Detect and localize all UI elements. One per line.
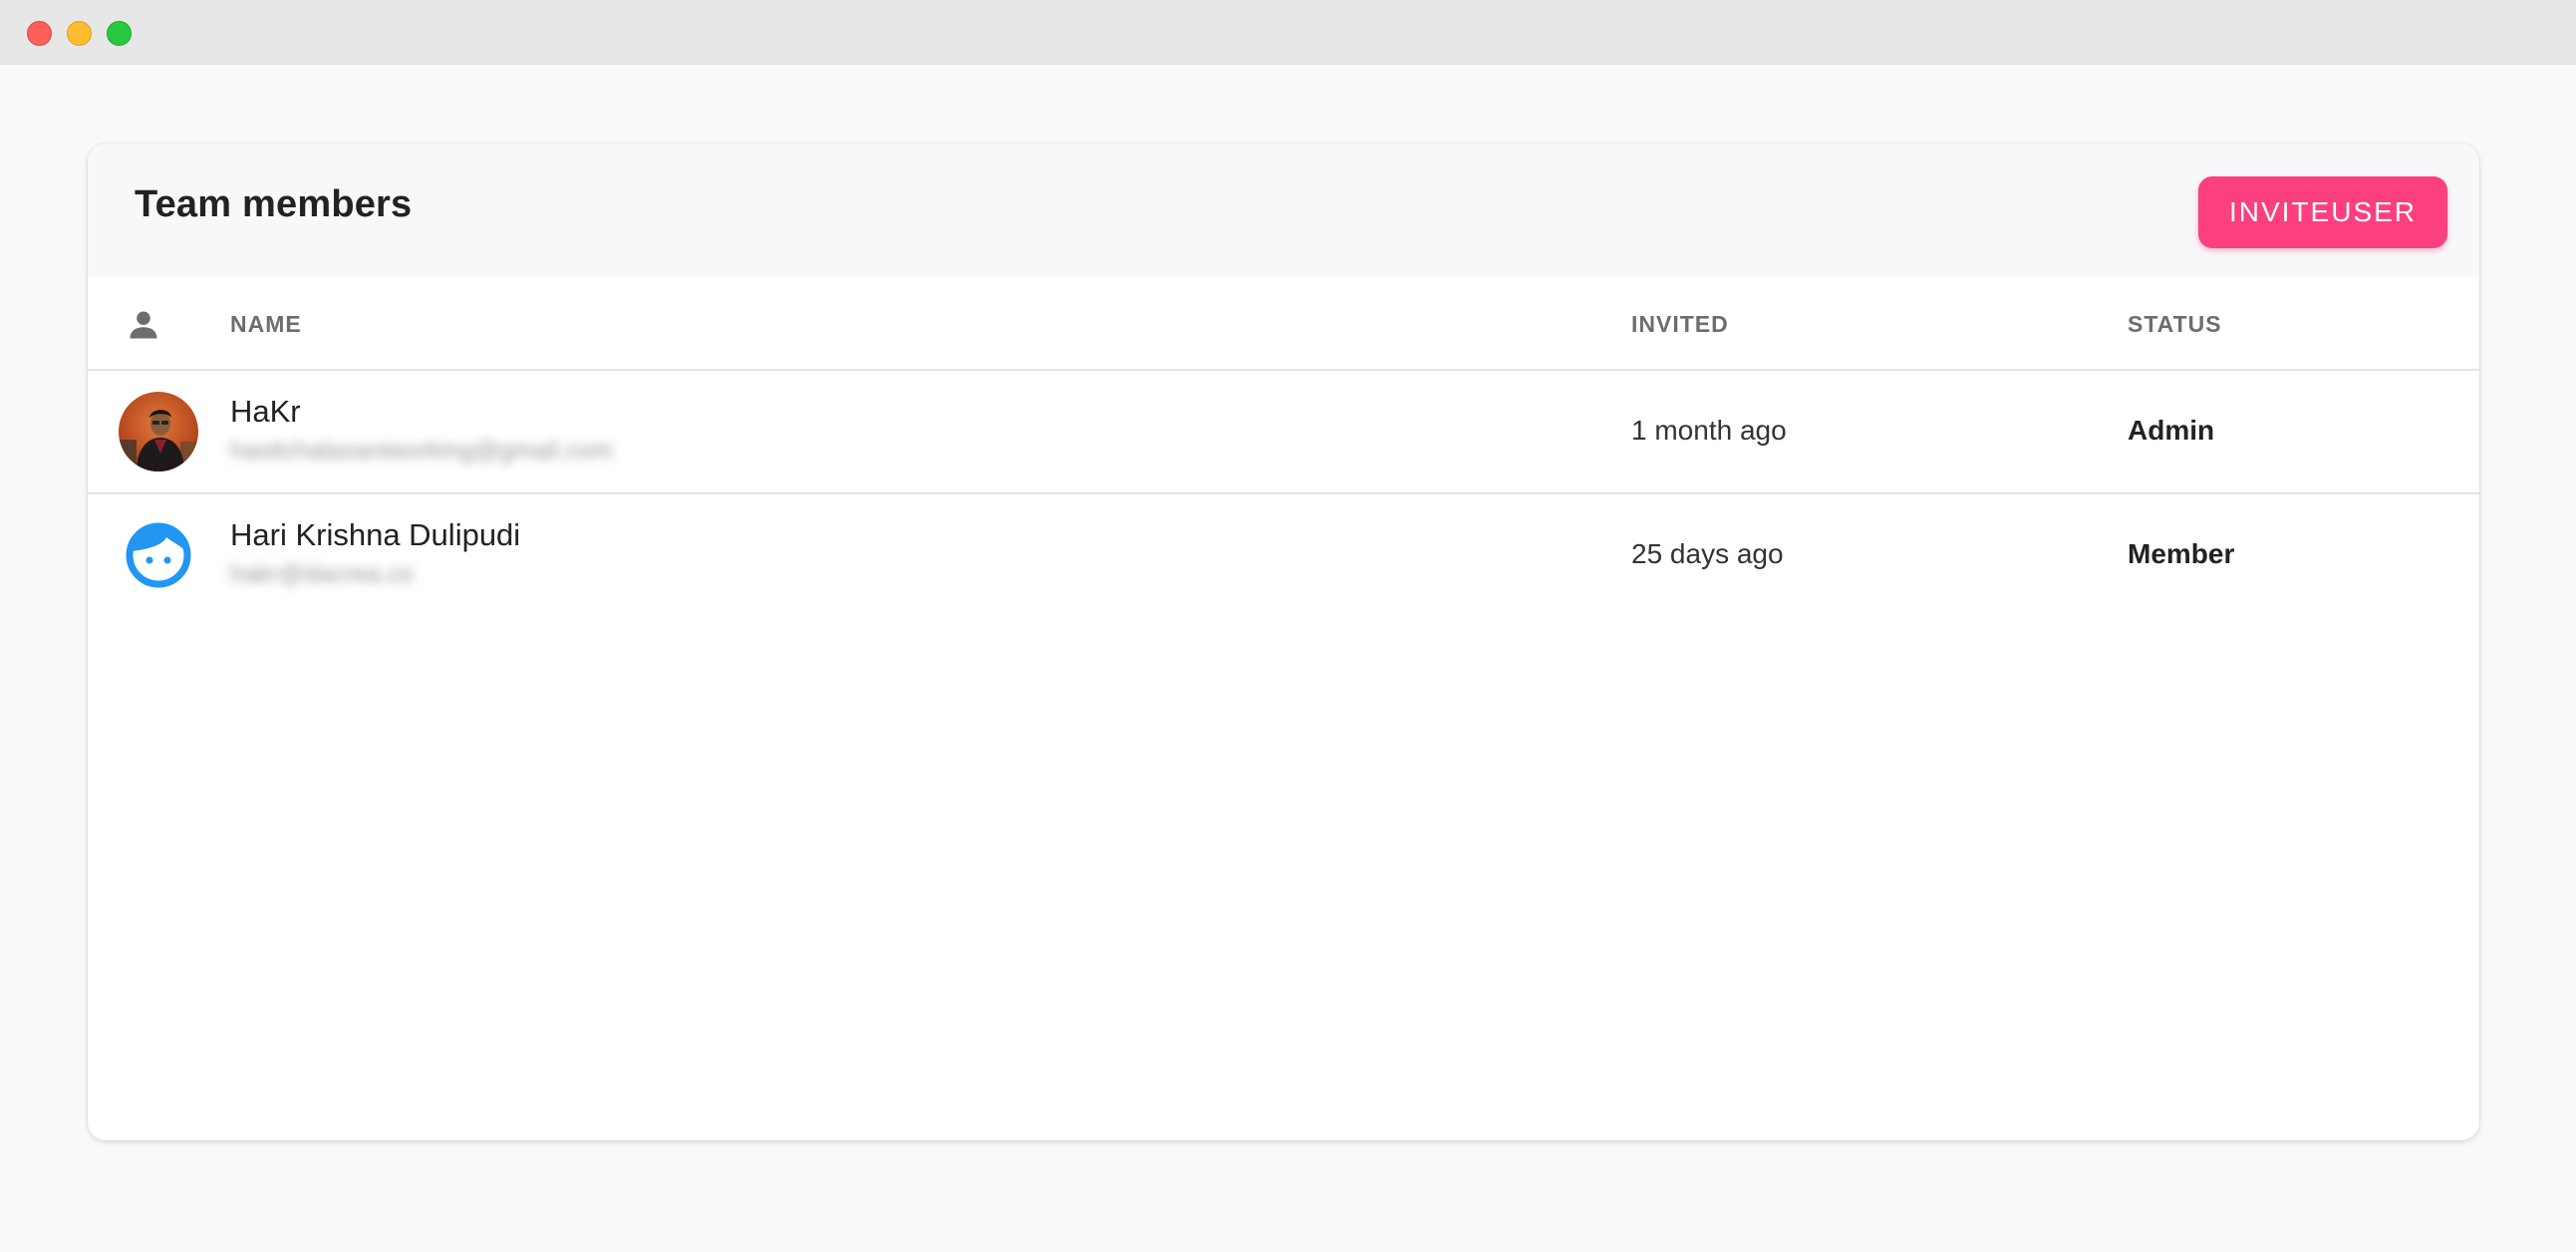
column-header-invited[interactable]: INVITED [1631, 311, 1729, 338]
column-header-status[interactable]: STATUS [2128, 311, 2222, 338]
invited-date: 25 days ago [1631, 538, 1784, 569]
table-row[interactable]: Hari Krishna Dulipudi hakr@dacrea.co 25 … [88, 494, 2479, 616]
window-titlebar [0, 0, 2576, 65]
avatar [119, 392, 198, 471]
face-icon [126, 522, 191, 588]
card-header: Team members INVITEUSER [88, 144, 2479, 277]
minimize-window-button[interactable] [67, 21, 92, 46]
status-badge: Admin [2128, 415, 2215, 446]
user-photo-icon [119, 392, 198, 471]
column-header-name[interactable]: NAME [230, 311, 302, 338]
member-email: hakr@dacrea.co [230, 560, 414, 588]
page-title: Team members [135, 183, 413, 225]
member-email: hasitchalasaniworking@gmail.com [230, 437, 613, 465]
invite-user-button[interactable]: INVITEUSER [2198, 176, 2447, 248]
member-name: HaKr [230, 394, 301, 429]
person-icon [130, 311, 157, 339]
avatar [119, 515, 198, 595]
app-window: Team members INVITEUSER NAME INVITED STA… [0, 0, 2576, 1252]
table-row[interactable]: HaKr hasitchalasaniworking@gmail.com 1 m… [88, 371, 2479, 494]
status-badge: Member [2128, 538, 2235, 569]
close-window-button[interactable] [27, 21, 52, 46]
team-members-card: Team members INVITEUSER NAME INVITED STA… [88, 144, 2479, 1140]
table-header: NAME INVITED STATUS [88, 277, 2479, 371]
maximize-window-button[interactable] [107, 21, 132, 46]
invited-date: 1 month ago [1631, 415, 1787, 446]
member-name: Hari Krishna Dulipudi [230, 517, 521, 552]
